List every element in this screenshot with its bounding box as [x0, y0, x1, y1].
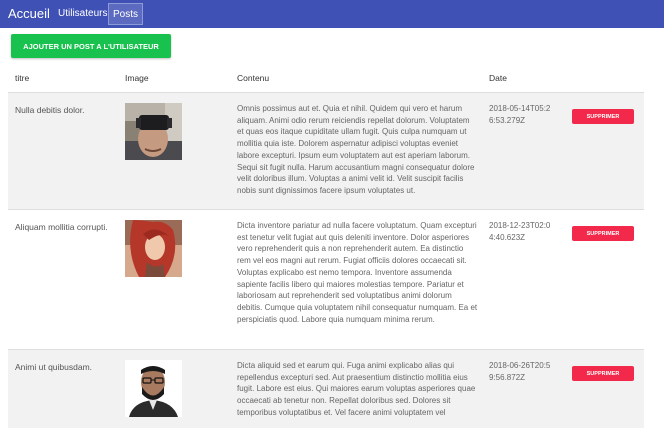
post-title: Aliquam mollitia corrupti.	[15, 222, 108, 232]
column-header-date: Date	[489, 73, 507, 83]
post-title: Nulla debitis dolor.	[15, 105, 85, 115]
post-date: 2018-05-14T05:26:53.279Z	[489, 104, 551, 125]
nav-link-users[interactable]: Utilisateurs	[54, 3, 111, 25]
post-date: 2018-12-23T02:04:40.623Z	[489, 221, 551, 242]
column-header-image: Image	[125, 73, 149, 83]
top-navbar: Accueil Utilisateurs Posts	[0, 0, 664, 28]
column-header-title: titre	[15, 73, 30, 83]
delete-post-button[interactable]: SUPPRIMER	[572, 226, 634, 241]
table-row: Aliquam mollitia corrupti. Dicta invento…	[8, 210, 644, 350]
nav-brand-home[interactable]: Accueil	[8, 6, 50, 21]
post-content: Omnis possimus aut et. Quia et nihil. Qu…	[237, 104, 475, 195]
table-row: Nulla debitis dolor. Omnis possimus aut …	[8, 93, 644, 210]
table-row: Animi ut quibusdam. Dicta aliquid sed et…	[8, 350, 644, 428]
post-image	[125, 220, 182, 277]
add-post-button[interactable]: AJOUTER UN POST A L'UTILISATEUR	[11, 34, 171, 58]
post-date: 2018-06-26T20:59:56.872Z	[489, 361, 551, 382]
post-content: Dicta inventore pariatur ad nulla facere…	[237, 221, 478, 324]
column-header-content: Contenu	[237, 73, 270, 83]
delete-post-button[interactable]: SUPPRIMER	[572, 366, 634, 381]
post-title: Animi ut quibusdam.	[15, 362, 93, 372]
post-image	[125, 360, 182, 417]
post-image	[125, 103, 182, 160]
delete-post-button[interactable]: SUPPRIMER	[572, 109, 634, 124]
nav-link-posts[interactable]: Posts	[108, 3, 144, 25]
post-content: Dicta aliquid sed et earum qui. Fuga ani…	[237, 361, 476, 417]
